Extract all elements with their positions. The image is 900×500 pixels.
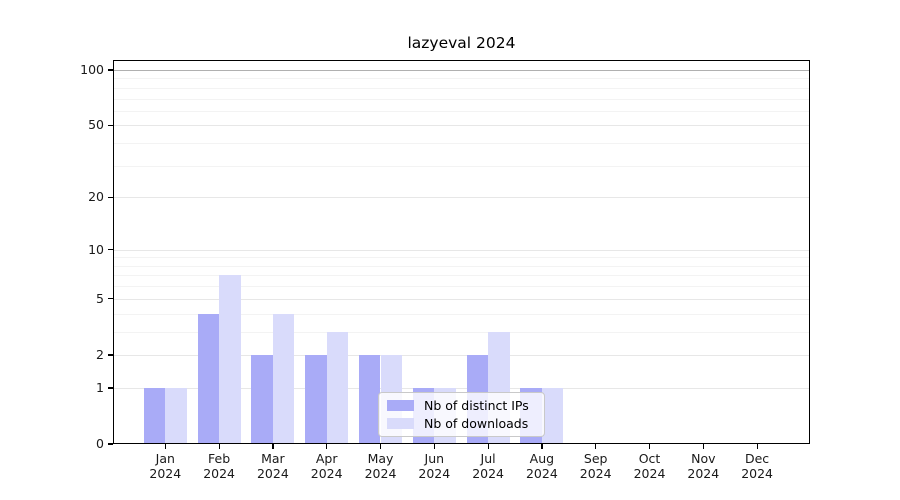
x-tick	[272, 444, 273, 449]
bar-distinct-ips-feb	[198, 314, 220, 444]
bar-downloads-aug	[542, 388, 564, 444]
bar-downloads-apr	[327, 332, 349, 444]
y-tick-label: 0	[40, 436, 104, 452]
minor-gridline	[114, 99, 809, 100]
x-tick	[326, 444, 327, 449]
x-tick-label: Oct2024	[622, 452, 678, 481]
x-tick	[703, 444, 704, 449]
bar-distinct-ips-apr	[305, 355, 327, 444]
minor-gridline	[114, 257, 809, 258]
x-tick	[219, 444, 220, 449]
y-tick-label: 5	[40, 291, 104, 307]
bar-distinct-ips-jan	[144, 388, 166, 444]
y-tick-label: 50	[40, 117, 104, 133]
x-tick-label: Aug2024	[514, 452, 570, 481]
x-tick-label: Apr2024	[299, 452, 355, 481]
x-tick-label: Nov2024	[675, 452, 731, 481]
bar-downloads-feb	[219, 275, 241, 444]
x-tick-label: Jan2024	[137, 452, 193, 481]
chart-title: lazyeval 2024	[113, 34, 810, 52]
x-tick	[541, 444, 542, 449]
bar-distinct-ips-mar	[251, 355, 273, 444]
y-tick	[108, 125, 113, 126]
major-gridline	[114, 125, 809, 126]
legend-label-downloads: Nb of downloads	[424, 416, 528, 431]
major-gridline	[114, 70, 809, 71]
legend-item-distinct-ips: Nb of distinct IPs	[387, 398, 536, 413]
minor-gridline	[114, 166, 809, 167]
major-gridline	[114, 197, 809, 198]
minor-gridline	[114, 266, 809, 267]
minor-gridline	[114, 111, 809, 112]
x-tick-label: Dec2024	[729, 452, 785, 481]
y-tick	[108, 298, 113, 299]
x-tick	[649, 444, 650, 449]
legend-label-distinct-ips: Nb of distinct IPs	[424, 398, 529, 413]
download-stats-chart: lazyeval 2024 0 1 2 5 10 20 50 100 Jan2024Feb202…	[0, 0, 900, 500]
bar-downloads-mar	[273, 314, 295, 444]
y-tick	[108, 387, 113, 388]
y-tick-label: 1	[40, 380, 104, 396]
legend: Nb of distinct IPs Nb of downloads	[378, 392, 545, 437]
bar-downloads-jan	[165, 388, 187, 444]
x-tick-label: Mar2024	[245, 452, 301, 481]
x-tick	[595, 444, 596, 449]
x-tick	[757, 444, 758, 449]
y-tick	[108, 197, 113, 198]
legend-swatch-distinct-ips	[387, 400, 414, 411]
legend-swatch-downloads	[387, 418, 414, 429]
y-tick	[108, 443, 113, 444]
y-tick	[108, 249, 113, 250]
legend-item-downloads: Nb of downloads	[387, 416, 536, 431]
y-tick-label: 100	[40, 62, 104, 78]
minor-gridline	[114, 143, 809, 144]
y-tick	[108, 69, 113, 70]
y-tick	[108, 354, 113, 355]
x-tick-label: Jul2024	[460, 452, 516, 481]
x-tick-label: Jun2024	[406, 452, 462, 481]
x-tick-label: May2024	[353, 452, 409, 481]
y-tick-label: 10	[40, 242, 104, 258]
x-tick-label: Sep2024	[568, 452, 624, 481]
x-tick	[434, 444, 435, 449]
y-tick-label: 2	[40, 347, 104, 363]
x-tick	[380, 444, 381, 449]
x-tick	[165, 444, 166, 449]
y-tick-label: 20	[40, 189, 104, 205]
x-tick-label: Feb2024	[191, 452, 247, 481]
major-gridline	[114, 250, 809, 251]
minor-gridline	[114, 78, 809, 79]
minor-gridline	[114, 88, 809, 89]
x-tick	[488, 444, 489, 449]
